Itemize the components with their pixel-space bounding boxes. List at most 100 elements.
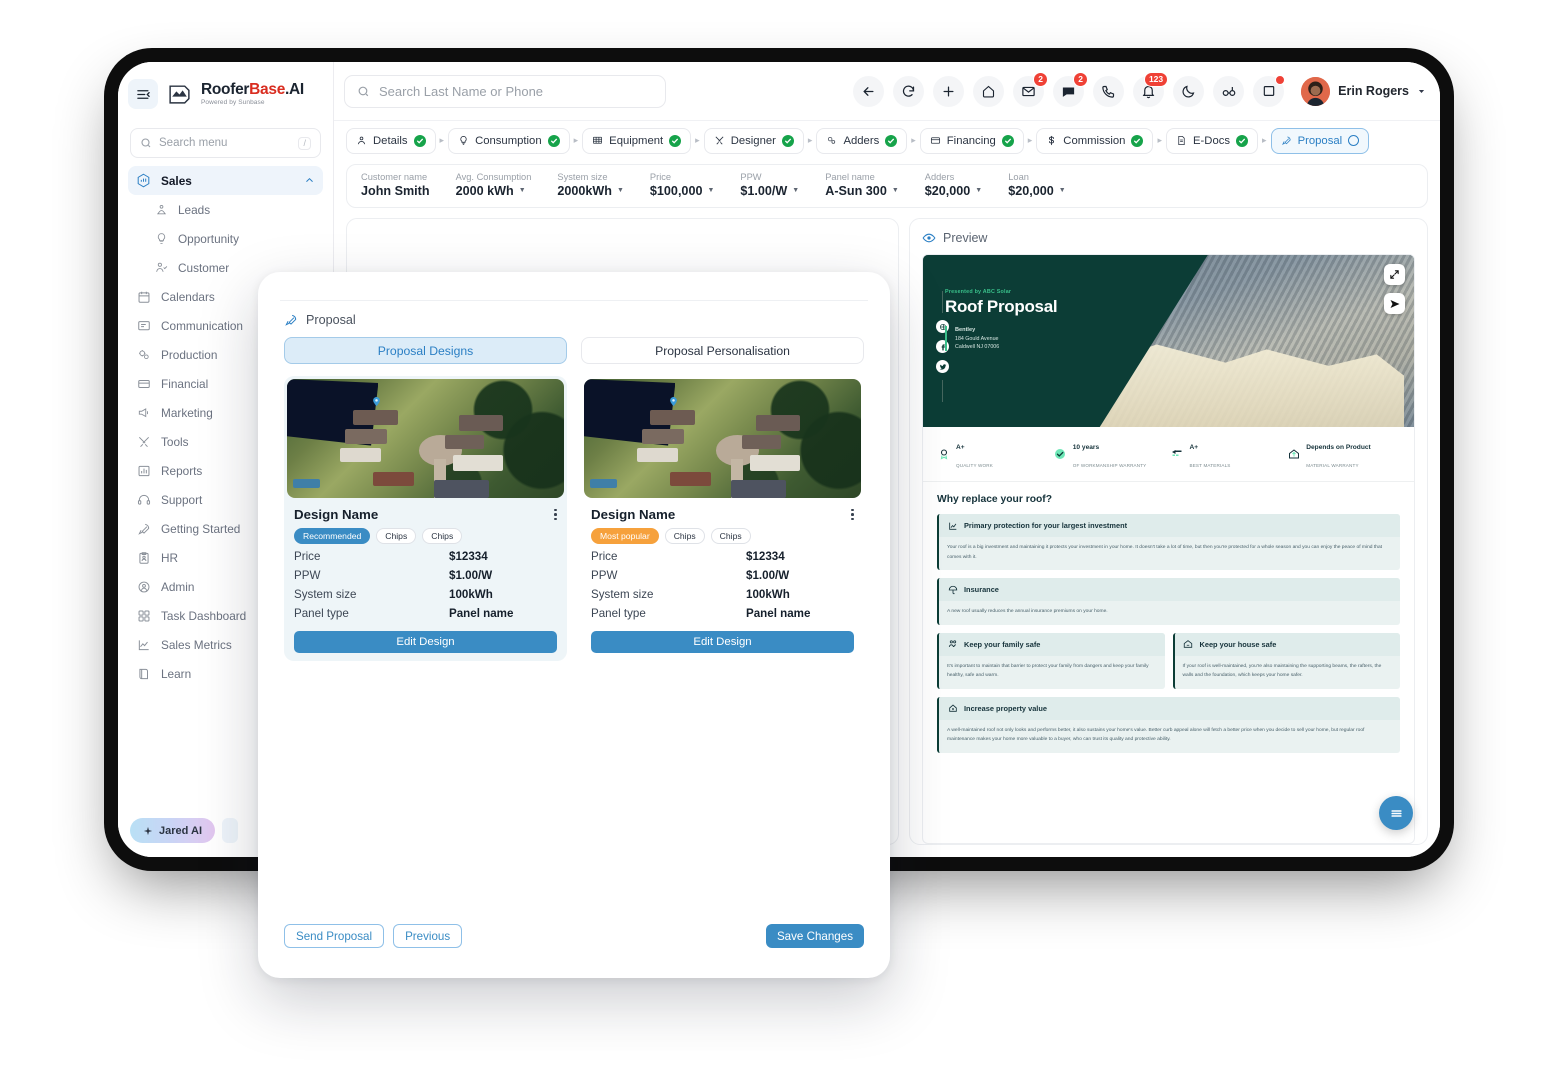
user-check-icon xyxy=(154,261,168,275)
check-icon xyxy=(1236,134,1249,147)
search-icon xyxy=(358,86,369,96)
phone-button[interactable] xyxy=(1093,75,1125,107)
rocket-icon xyxy=(1281,136,1291,145)
preview-panel: Preview Presented by ABC Solar Roof Prop… xyxy=(909,218,1428,845)
row-value: Panel name xyxy=(746,607,811,620)
design-more-button[interactable] xyxy=(851,508,854,521)
step-consumption[interactable]: Consumption xyxy=(448,127,570,154)
meta-adders[interactable]: Adders $20,000 ▼ xyxy=(925,172,982,199)
why-card-body: Your roof is a big investment and mainta… xyxy=(947,545,1383,560)
sidebar-collapse-button[interactable] xyxy=(128,79,158,109)
step-adders[interactable]: Adders xyxy=(816,127,908,154)
send-icon xyxy=(1390,299,1399,308)
step-details[interactable]: Details xyxy=(346,127,436,154)
meta-system-size[interactable]: System size 2000kWh ▼ xyxy=(557,172,624,199)
meta-label: Customer name xyxy=(361,172,428,183)
workflow-stepper: Details ▸ Consumption ▸ Equipment ▸ Desi… xyxy=(334,120,1440,160)
add-button[interactable] xyxy=(933,75,965,107)
warranty-badges: A+ QUALITY WORK 10 years OF WORKMANSHIP WA… xyxy=(923,427,1414,482)
jared-ai-button[interactable]: Jared AI xyxy=(130,818,216,843)
step-designer[interactable]: Designer xyxy=(703,127,804,154)
edit-design-button[interactable]: Edit Design xyxy=(294,631,557,653)
dollar-icon xyxy=(1049,135,1055,146)
step-financing[interactable]: Financing xyxy=(919,127,1024,154)
edit-design-button[interactable]: Edit Design xyxy=(591,631,854,653)
dark-mode-button[interactable] xyxy=(1173,75,1205,107)
meta-panel-name[interactable]: Panel name A-Sun 300 ▼ xyxy=(825,172,899,199)
design-row-panel-type: Panel type Panel name xyxy=(581,601,864,620)
sidebar-item-label: Calendars xyxy=(161,289,215,304)
house-value-icon xyxy=(947,703,958,714)
meta-value: $20,000 ▼ xyxy=(925,184,982,200)
design-row-ppw: PPW $1.00/W xyxy=(284,563,567,582)
step-commission[interactable]: Commission xyxy=(1036,127,1154,154)
assistant-secondary-button[interactable] xyxy=(222,818,239,843)
meta-value: $20,000 ▼ xyxy=(1008,184,1065,200)
step-equipment[interactable]: Equipment xyxy=(582,127,692,154)
meta-avg-consumption[interactable]: Avg. Consumption 2000 kWh ▼ xyxy=(456,172,532,199)
meta-value: 2000kWh ▼ xyxy=(557,184,624,200)
design-more-button[interactable] xyxy=(554,508,557,521)
notifications-button[interactable]: 123 xyxy=(1133,71,1169,107)
send-proposal-button[interactable]: Send Proposal xyxy=(284,924,385,948)
clipboard-user-icon xyxy=(136,550,151,565)
tab-proposal-designs[interactable]: Proposal Designs xyxy=(284,337,567,364)
current-step-indicator xyxy=(1348,135,1360,146)
why-card-header: Insurance xyxy=(939,578,1400,602)
chevron-down-icon xyxy=(1418,89,1425,93)
satellite-house xyxy=(750,455,801,471)
sidebar-item-opportunity[interactable]: Opportunity xyxy=(128,224,323,253)
previous-button[interactable]: Previous xyxy=(393,924,463,948)
design-card-recommended[interactable]: Design Name Recommended Chips Chips Pric… xyxy=(284,376,567,661)
sidebar-item-leads[interactable]: Leads xyxy=(128,195,323,224)
user-menu[interactable]: Erin Rogers xyxy=(1301,76,1426,106)
meta-value: John Smith xyxy=(361,184,430,200)
save-changes-button[interactable]: Save Changes xyxy=(765,924,864,948)
sidebar-item-label: Reports xyxy=(161,463,203,478)
global-search-input[interactable]: Search Last Name or Phone xyxy=(344,74,666,108)
message-button[interactable]: 2 xyxy=(1053,71,1089,107)
materials-icon xyxy=(1171,448,1184,461)
chart-up-icon xyxy=(947,520,958,531)
proposal-document-preview[interactable]: Presented by ABC Solar Roof Proposal Ben… xyxy=(922,254,1415,844)
check-icon xyxy=(547,134,560,147)
meta-loan[interactable]: Loan $20,000 ▼ xyxy=(1008,172,1065,199)
step-e-docs[interactable]: E-Docs xyxy=(1165,127,1259,154)
refresh-button[interactable] xyxy=(893,75,925,107)
home-button[interactable] xyxy=(973,75,1005,107)
why-card-house-safe: Keep your house safe If your roof is wel… xyxy=(1172,632,1400,689)
check-icon xyxy=(413,134,426,147)
step-separator: ▸ xyxy=(695,135,700,145)
design-chips: Recommended Chips Chips xyxy=(284,522,567,544)
meta-value: A-Sun 300 ▼ xyxy=(825,184,899,200)
mail-button[interactable]: 2 xyxy=(1013,71,1049,107)
sidebar-item-label: Marketing xyxy=(161,405,213,420)
back-button[interactable] xyxy=(853,75,885,107)
send-button[interactable] xyxy=(1384,293,1405,314)
accessibility-button[interactable] xyxy=(1213,75,1245,107)
sidebar-item-sales[interactable]: Sales xyxy=(128,166,323,195)
step-separator: ▸ xyxy=(1262,135,1267,145)
step-proposal[interactable]: Proposal xyxy=(1270,127,1370,154)
meta-ppw[interactable]: PPW $1.00/W ▼ xyxy=(740,172,799,199)
design-thumbnail xyxy=(287,379,564,498)
preview-header: Preview xyxy=(922,231,1415,245)
tab-proposal-personalisation[interactable]: Proposal Personalisation xyxy=(581,337,864,364)
preview-menu-fab[interactable] xyxy=(1379,796,1413,830)
sidebar-item-label: Getting Started xyxy=(161,521,241,536)
step-label: Designer xyxy=(730,134,776,147)
sidebar-search-input[interactable]: Search menu / xyxy=(130,128,321,158)
expand-button[interactable] xyxy=(1384,264,1405,285)
sidebar-item-label: Support xyxy=(161,492,203,507)
why-card-header: Increase property value xyxy=(939,696,1400,720)
design-thumbnail xyxy=(584,379,861,498)
meta-value-text: A-Sun 300 xyxy=(825,183,887,198)
meta-price[interactable]: Price $100,000 ▼ xyxy=(650,172,714,199)
twitter-icon[interactable] xyxy=(936,360,949,373)
shield-user-icon xyxy=(136,579,151,594)
design-card-most-popular[interactable]: Design Name Most popular Chips Chips Pri… xyxy=(581,376,864,661)
window-button[interactable] xyxy=(1253,74,1286,107)
jared-ai-label: Jared AI xyxy=(159,824,203,837)
why-card-title: Increase property value xyxy=(964,703,1047,713)
row-key: PPW xyxy=(294,569,321,582)
